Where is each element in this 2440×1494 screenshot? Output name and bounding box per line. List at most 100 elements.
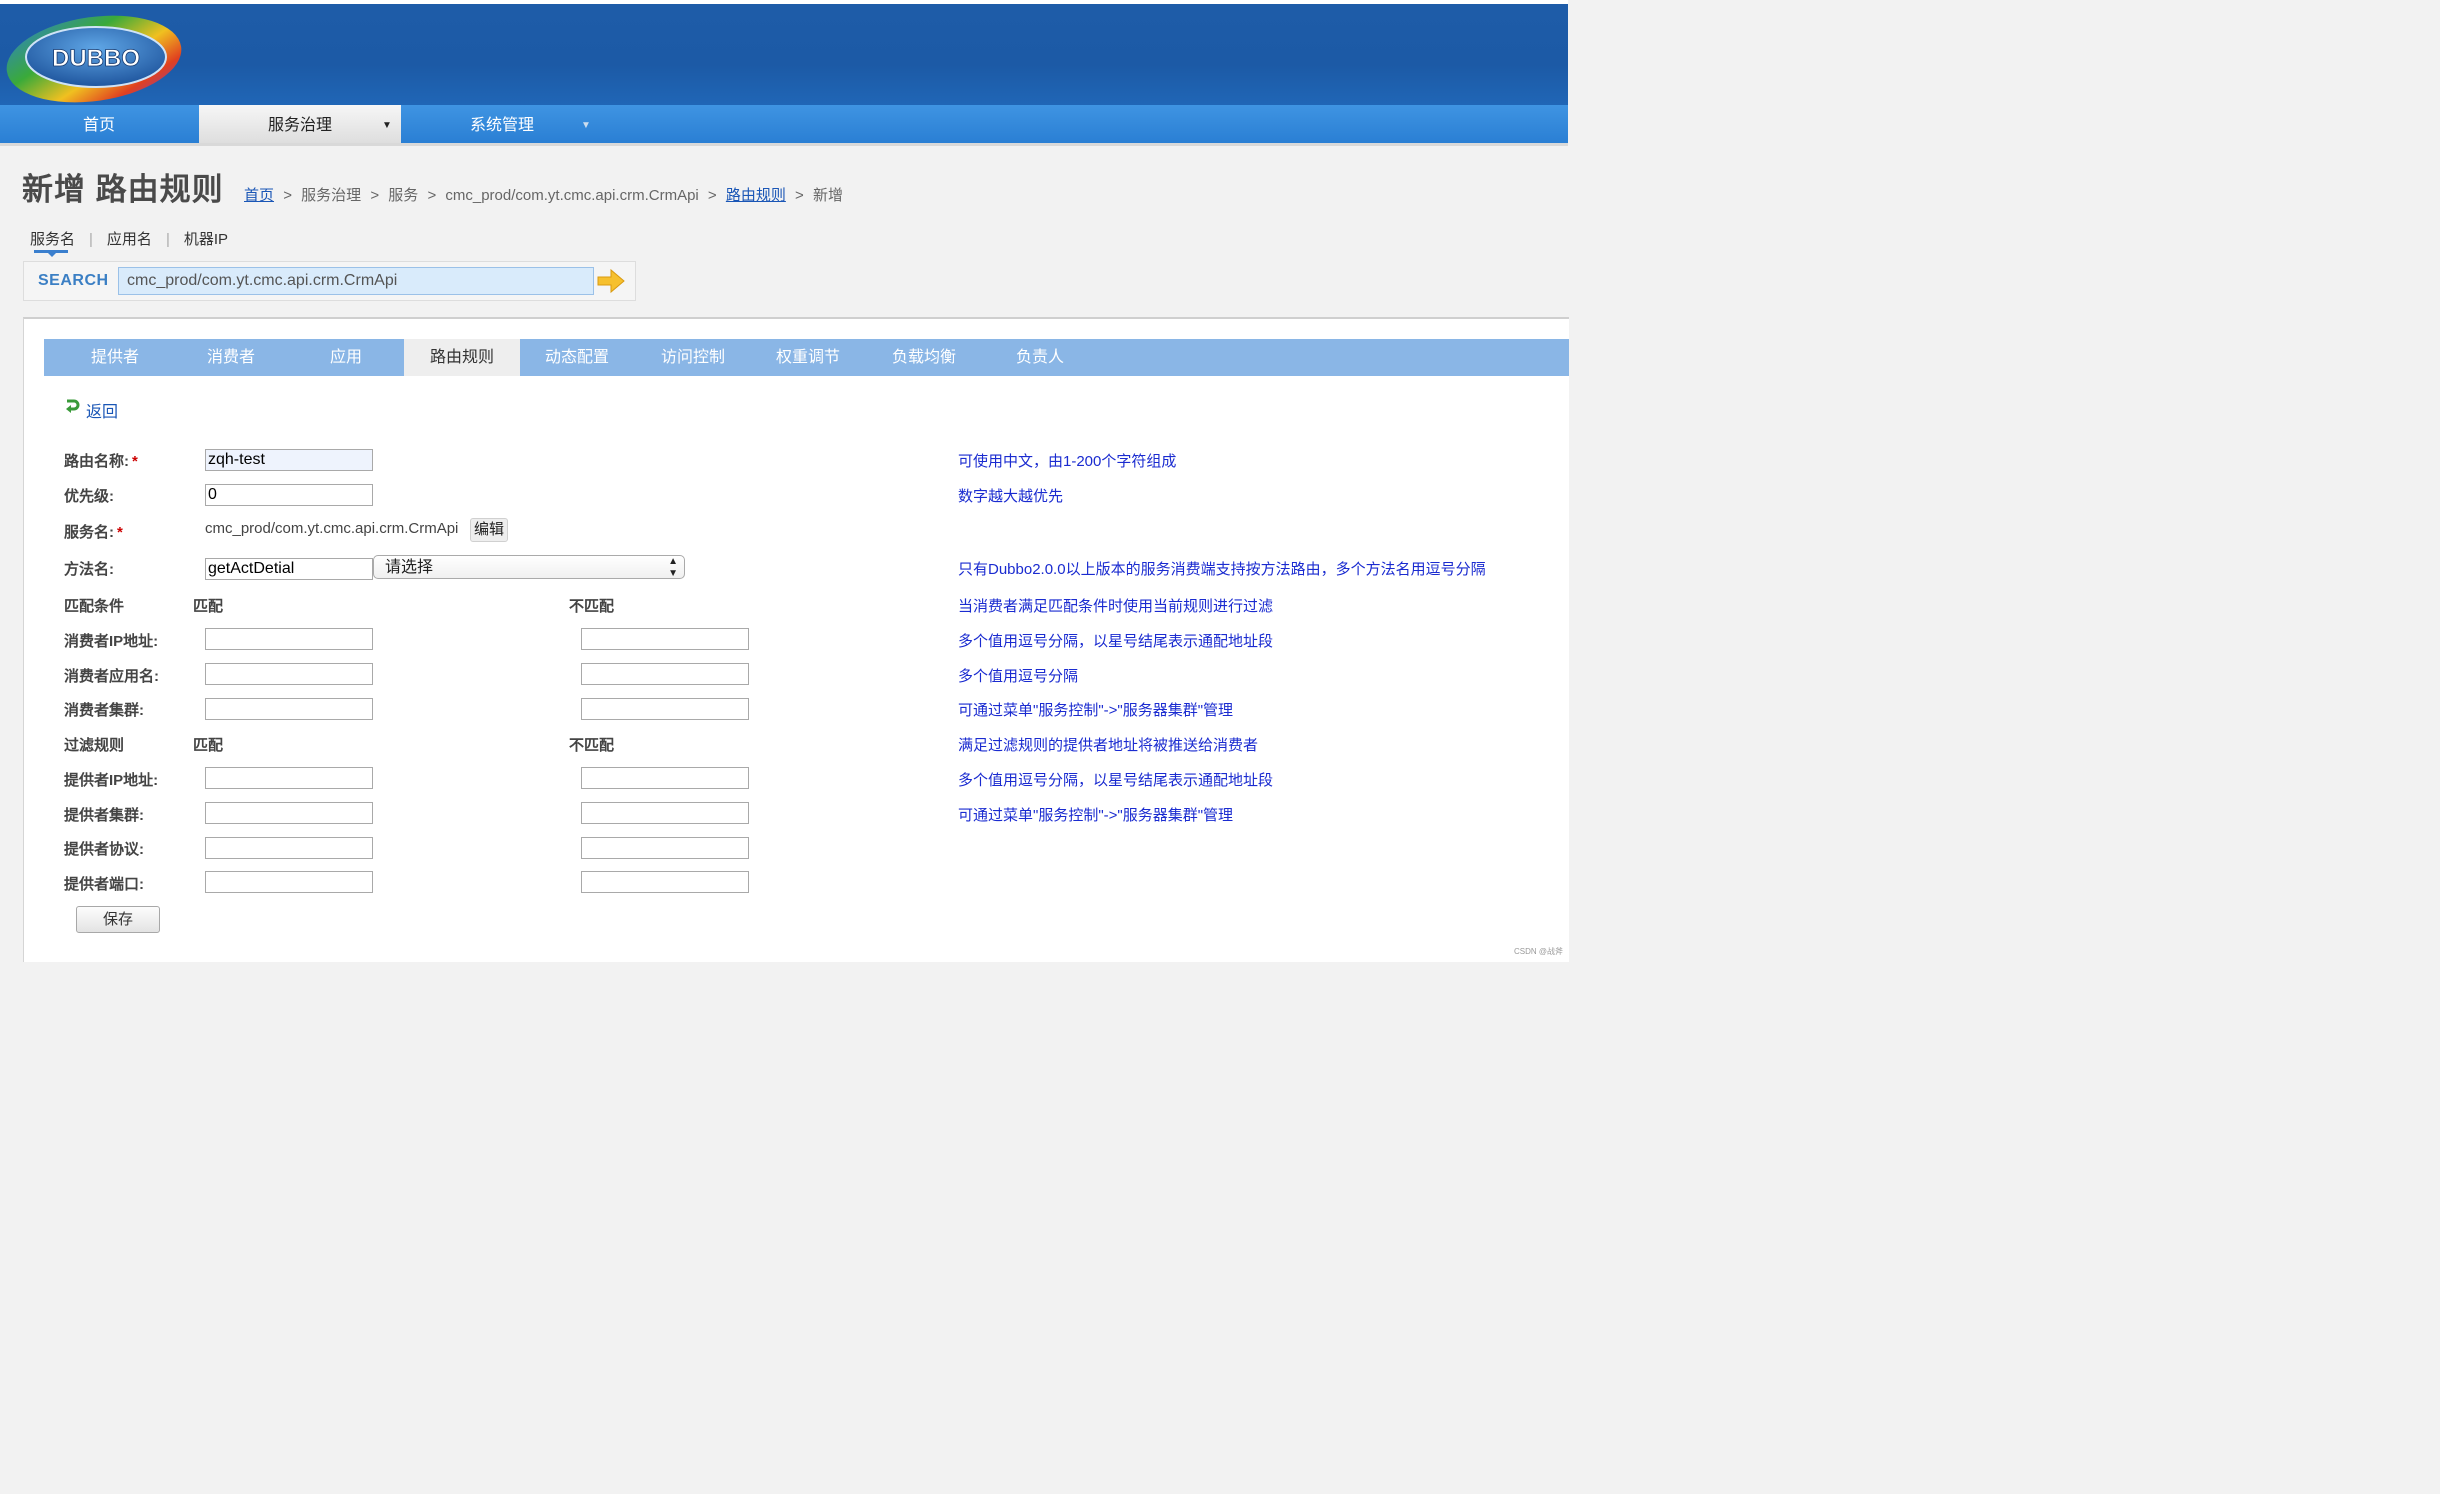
nav-home[interactable]: 首页: [0, 105, 198, 143]
consumer-app-label: 消费者应用名:: [64, 668, 159, 685]
provider-protocol-match-input[interactable]: [205, 837, 373, 859]
search-type-tabs: 服务名 | 应用名 | 机器IP: [30, 228, 228, 249]
consumer-cluster-label: 消费者集群:: [64, 702, 144, 719]
route-name-hint: 可使用中文，由1-200个字符组成: [958, 453, 1177, 470]
method-select[interactable]: 请选择 ▲ ▼: [373, 555, 685, 579]
search-tab-service-name[interactable]: 服务名: [30, 228, 75, 249]
back-arrow-icon[interactable]: [64, 398, 80, 414]
nav-service-governance[interactable]: 服务治理 ▼: [199, 105, 401, 143]
watermark: CSDN @战斧: [1514, 947, 1564, 956]
provider-ip-hint: 多个值用逗号分隔，以星号结尾表示通配地址段: [958, 772, 1274, 789]
content-panel: 提供者 消费者 应用 路由规则 动态配置 访问控制 权重调节 负载均衡 负责人 …: [23, 317, 1569, 962]
breadcrumb-service-path: cmc_prod/com.yt.cmc.api.crm.CrmApi: [445, 187, 699, 204]
tab-applications[interactable]: 应用: [288, 339, 404, 376]
service-name-value: cmc_prod/com.yt.cmc.api.crm.CrmApi: [205, 520, 459, 537]
provider-protocol-label: 提供者协议:: [64, 841, 144, 858]
nav-system-management-label: 系统管理: [469, 117, 534, 134]
tab-routes[interactable]: 路由规则: [404, 339, 520, 376]
breadcrumb-routes-link[interactable]: 路由规则: [726, 187, 786, 204]
breadcrumb-service: 服务: [388, 187, 419, 204]
match-column-header: 匹配: [193, 598, 224, 615]
breadcrumb-separator: >: [707, 187, 717, 204]
tab-weights[interactable]: 权重调节: [750, 339, 866, 376]
provider-cluster-hint: 可通过菜单"服务控制"->"服务器集群"管理: [958, 807, 1234, 824]
required-mark: *: [132, 453, 138, 470]
search-bar: SEARCH: [23, 261, 636, 301]
main-nav: 首页 服务治理 ▼ 系统管理 ▼: [0, 105, 1568, 143]
route-name-label-text: 路由名称:: [64, 453, 129, 470]
priority-label: 优先级:: [64, 488, 114, 505]
breadcrumb-home-link[interactable]: 首页: [244, 187, 274, 204]
priority-input[interactable]: [205, 484, 373, 506]
filter-rules-hint: 满足过滤规则的提供者地址将被推送给消费者: [958, 737, 1259, 754]
method-input[interactable]: [205, 558, 373, 580]
tab-consumers[interactable]: 消费者: [173, 339, 289, 376]
search-tab-machine-ip[interactable]: 机器IP: [184, 228, 228, 249]
select-updown-icon: ▲ ▼: [668, 556, 678, 579]
provider-port-mismatch-input[interactable]: [581, 871, 749, 893]
required-mark: *: [117, 524, 123, 541]
header-banner: DUBBO: [0, 4, 1568, 105]
consumer-ip-match-input[interactable]: [205, 628, 373, 650]
match-conditions-label: 匹配条件: [64, 598, 125, 615]
search-tab-app-name[interactable]: 应用名: [107, 228, 152, 249]
provider-port-label: 提供者端口:: [64, 876, 144, 893]
tab-dynamic-config[interactable]: 动态配置: [519, 339, 635, 376]
consumer-cluster-match-input[interactable]: [205, 698, 373, 720]
priority-hint: 数字越大越优先: [958, 488, 1064, 505]
provider-ip-mismatch-input[interactable]: [581, 767, 749, 789]
route-name-input[interactable]: [205, 449, 373, 471]
breadcrumb-separator: >: [283, 187, 292, 204]
nav-service-governance-label: 服务治理: [267, 117, 332, 134]
caret-down-icon: ▼: [581, 120, 591, 131]
breadcrumb-current: 新增: [812, 187, 843, 204]
page-title: 新增 路由规则: [22, 172, 224, 207]
edit-service-button[interactable]: 编辑: [470, 518, 509, 542]
consumer-app-hint: 多个值用逗号分隔: [958, 668, 1079, 685]
consumer-cluster-mismatch-input[interactable]: [581, 698, 749, 720]
provider-ip-match-input[interactable]: [205, 767, 373, 789]
method-hint: 只有Dubbo2.0.0以上版本的服务消费端支持按方法路由，多个方法名用逗号分隔: [958, 561, 1486, 578]
consumer-app-match-input[interactable]: [205, 663, 373, 685]
provider-cluster-label: 提供者集群:: [64, 807, 144, 824]
method-select-value: 请选择: [385, 559, 434, 576]
consumer-ip-label: 消费者IP地址:: [64, 633, 159, 650]
match-conditions-hint: 当消费者满足匹配条件时使用当前规则进行过滤: [958, 598, 1274, 615]
search-go-arrow-icon[interactable]: [596, 267, 626, 295]
method-label: 方法名:: [64, 561, 114, 578]
provider-cluster-mismatch-input[interactable]: [581, 802, 749, 824]
filter-mismatch-column-header: 不匹配: [569, 737, 615, 754]
active-tab-notch: [47, 252, 57, 257]
breadcrumb-separator: >: [795, 187, 804, 204]
provider-port-match-input[interactable]: [205, 871, 373, 893]
logo-text: DUBBO: [52, 45, 140, 72]
nav-system-management[interactable]: 系统管理 ▼: [401, 105, 603, 143]
tab-owners[interactable]: 负责人: [982, 339, 1098, 376]
provider-protocol-mismatch-input[interactable]: [581, 837, 749, 859]
filter-match-column-header: 匹配: [193, 737, 224, 754]
breadcrumb-governance: 服务治理: [301, 187, 362, 204]
dubbo-logo[interactable]: DUBBO: [2, 12, 184, 104]
search-label: SEARCH: [38, 272, 109, 289]
consumer-ip-hint: 多个值用逗号分隔，以星号结尾表示通配地址段: [958, 633, 1274, 650]
provider-cluster-match-input[interactable]: [205, 802, 373, 824]
provider-ip-label: 提供者IP地址:: [64, 772, 159, 789]
service-tabs: 提供者 消费者 应用 路由规则 动态配置 访问控制 权重调节 负载均衡 负责人: [44, 339, 1569, 376]
service-name-label: 服务名: *: [64, 521, 123, 542]
save-button[interactable]: 保存: [76, 906, 160, 933]
caret-down-icon: ▼: [382, 120, 392, 131]
breadcrumb-separator: >: [370, 187, 380, 204]
breadcrumb: 首页 > 服务治理 > 服务 > cmc_prod/com.yt.cmc.api…: [244, 184, 843, 205]
route-name-label: 路由名称: *: [64, 450, 138, 471]
tab-load-balance[interactable]: 负载均衡: [866, 339, 982, 376]
filter-rules-label: 过滤规则: [64, 737, 125, 754]
tab-separator: |: [89, 231, 93, 248]
consumer-app-mismatch-input[interactable]: [581, 663, 749, 685]
back-link[interactable]: 返回: [86, 398, 118, 422]
service-name-label-text: 服务名:: [64, 524, 114, 541]
mismatch-column-header: 不匹配: [569, 598, 615, 615]
search-input[interactable]: [118, 267, 594, 295]
tab-access-control[interactable]: 访问控制: [635, 339, 751, 376]
consumer-ip-mismatch-input[interactable]: [581, 628, 749, 650]
tab-providers[interactable]: 提供者: [57, 339, 173, 376]
